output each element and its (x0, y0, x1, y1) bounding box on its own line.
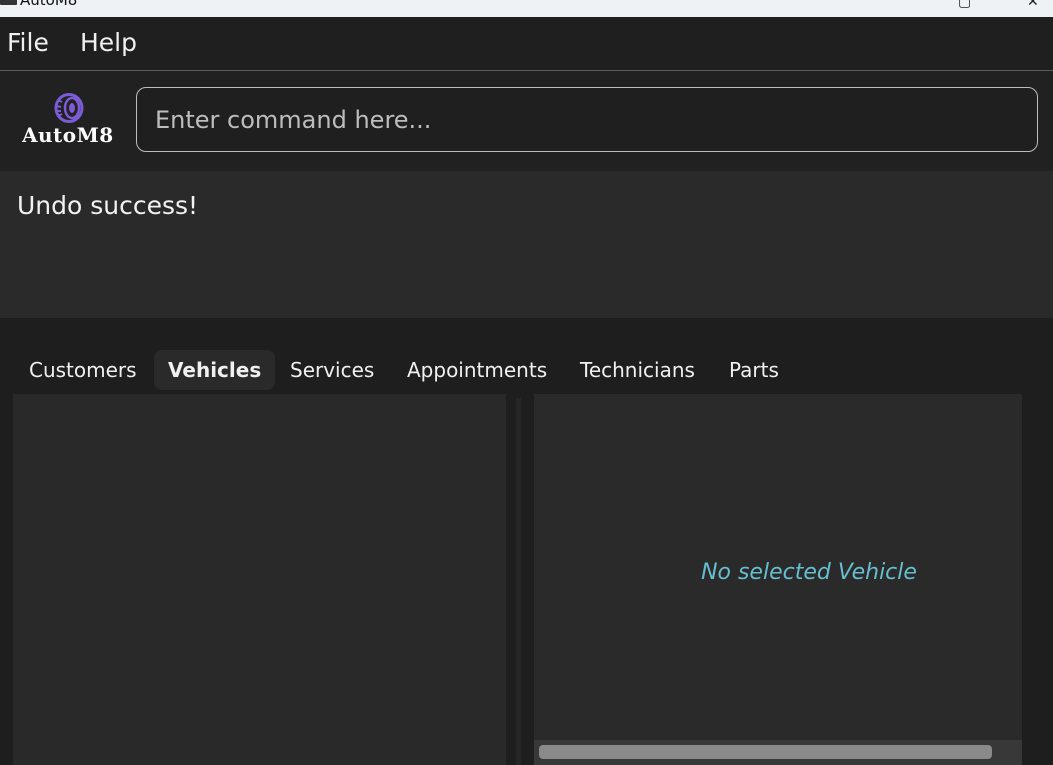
command-box[interactable] (136, 87, 1038, 152)
tab-appointments[interactable]: Appointments (393, 350, 561, 390)
logo-text: AutoM8 (22, 123, 114, 147)
app-icon (0, 0, 17, 5)
app-logo: AutoM8 (20, 93, 120, 153)
tab-vehicles[interactable]: Vehicles (154, 350, 276, 390)
tab-customers[interactable]: Customers (15, 350, 151, 390)
maximize-icon[interactable]: ▢ (958, 0, 971, 10)
tab-technicians[interactable]: Technicians (566, 350, 709, 390)
vehicle-list-pane[interactable] (13, 394, 506, 765)
header-bar: AutoM8 (0, 71, 1053, 171)
result-display: Undo success! (0, 171, 1053, 318)
tire-icon (54, 93, 84, 123)
menu-file[interactable]: File (7, 28, 49, 57)
tab-services[interactable]: Services (276, 350, 388, 390)
command-input[interactable] (137, 88, 1037, 151)
empty-detail-message: No selected Vehicle (701, 560, 917, 585)
scrollbar-thumb[interactable] (539, 745, 992, 759)
menu-help[interactable]: Help (80, 28, 137, 57)
window-title: AutoM8 (20, 0, 78, 9)
split-pane-divider[interactable] (516, 398, 521, 765)
close-icon[interactable]: ✕ (1027, 0, 1039, 10)
result-message: Undo success! (17, 191, 199, 220)
menu-bar: File Help (0, 17, 1053, 71)
vehicle-detail-pane: No selected Vehicle (534, 394, 1022, 765)
tab-parts[interactable]: Parts (715, 350, 793, 390)
tab-bar: Customers Vehicles Services Appointments… (0, 318, 1053, 394)
horizontal-scrollbar[interactable] (534, 740, 1022, 765)
window-titlebar: AutoM8 ▢ ✕ (0, 0, 1053, 17)
